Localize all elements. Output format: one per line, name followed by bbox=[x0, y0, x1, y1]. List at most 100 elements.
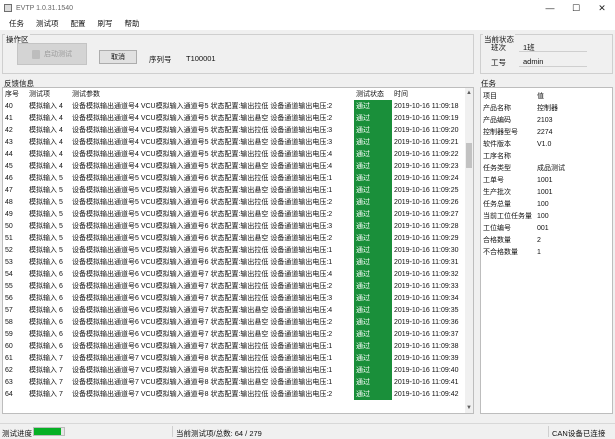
table-row[interactable]: 43 模拟输入 4 设备模拟输出通道号4 VCU模拟输入通道号5 状态配置:输出悬空… bbox=[3, 136, 463, 148]
column-header-test-status[interactable]: 测试状态 bbox=[354, 88, 392, 100]
cell-index: 61 bbox=[5, 354, 13, 362]
scroll-thumb[interactable] bbox=[466, 143, 472, 168]
table-row[interactable]: 63 模拟输入 7 设备模拟输出通道号7 VCU模拟输入通道号8 状态配置:输出悬空… bbox=[3, 376, 463, 388]
table-row[interactable]: 56 模拟输入 6 设备模拟输出通道号6 VCU模拟输入通道号7 状态配置:输出拉低… bbox=[3, 292, 463, 304]
cell-time: 2019-10-16 11:09:27 bbox=[394, 210, 459, 218]
table-row[interactable]: 53 模拟输入 6 设备模拟输出通道号6 VCU模拟输入通道号6 状态配置:输出拉低… bbox=[3, 256, 463, 268]
table-row[interactable]: 48 模拟输入 5 设备模拟输出通道号5 VCU模拟输入通道号6 状态配置:输出拉低… bbox=[3, 196, 463, 208]
start-test-button[interactable]: 启动测试 bbox=[17, 43, 87, 65]
table-row[interactable]: 42 模拟输入 4 设备模拟输出通道号4 VCU模拟输入通道号5 状态配置:输出拉低… bbox=[3, 124, 463, 136]
cell-test-status: 通过 bbox=[354, 112, 392, 124]
progress-bar bbox=[33, 427, 65, 436]
close-button[interactable]: ✕ bbox=[589, 0, 615, 16]
status-separator bbox=[172, 426, 173, 437]
menu-help[interactable]: 帮助 bbox=[119, 18, 146, 29]
cell-test-status: 通过 bbox=[354, 364, 392, 376]
cell-time: 2019-10-16 11:09:19 bbox=[394, 114, 459, 122]
cell-test-status: 通过 bbox=[354, 124, 392, 136]
cell-test-params: 设备模拟输出通道号7 VCU模拟输入通道号8 状态配置:输出拉低 设备通道输出电… bbox=[72, 367, 333, 374]
serial-label: 序列号 bbox=[149, 55, 172, 64]
task-item-value: V1.0 bbox=[537, 140, 552, 148]
list-item: 工位编号 001 bbox=[481, 222, 609, 234]
operation-area: 操作区 启动测试 取消 序列号 T100001 bbox=[2, 34, 474, 74]
table-row[interactable]: 59 模拟输入 6 设备模拟输出通道号6 VCU模拟输入通道号7 状态配置:输出悬空… bbox=[3, 328, 463, 340]
cell-test-status: 通过 bbox=[354, 304, 392, 316]
cell-test-params: 设备模拟输出通道号4 VCU模拟输入通道号5 状态配置:输出拉低 设备通道输出电… bbox=[72, 103, 333, 110]
table-row[interactable]: 51 模拟输入 5 设备模拟输出通道号5 VCU模拟输入通道号6 状态配置:输出悬空… bbox=[3, 232, 463, 244]
cell-time: 2019-10-16 11:09:37 bbox=[394, 330, 459, 338]
cell-test-item: 模拟输入 7 bbox=[29, 379, 63, 386]
cell-test-item: 模拟输入 6 bbox=[29, 295, 63, 302]
cell-index: 44 bbox=[5, 150, 13, 158]
task-item-value: 2274 bbox=[537, 128, 553, 136]
table-row[interactable]: 46 模拟输入 5 设备模拟输出通道号5 VCU模拟输入通道号6 状态配置:输出拉低… bbox=[3, 172, 463, 184]
cell-test-params: 设备模拟输出通道号5 VCU模拟输入通道号6 状态配置:输出悬空 设备通道输出电… bbox=[72, 235, 333, 242]
cell-index: 53 bbox=[5, 258, 13, 266]
menu-bar: 任务 测试项 配置 刷写 帮助 bbox=[0, 16, 615, 30]
cell-test-params: 设备模拟输出通道号6 VCU模拟输入通道号7 状态配置:输出拉低 设备通道输出电… bbox=[72, 283, 333, 290]
table-row[interactable]: 60 模拟输入 6 设备模拟输出通道号6 VCU模拟输入通道号7 状态配置:输出拉低… bbox=[3, 340, 463, 352]
cell-test-item: 模拟输入 5 bbox=[29, 223, 63, 230]
table-row[interactable]: 57 模拟输入 6 设备模拟输出通道号6 VCU模拟输入通道号7 状态配置:输出悬空… bbox=[3, 304, 463, 316]
feedback-scrollbar[interactable]: ▲ ▼ bbox=[465, 88, 473, 413]
table-row[interactable]: 62 模拟输入 7 设备模拟输出通道号7 VCU模拟输入通道号8 状态配置:输出拉低… bbox=[3, 364, 463, 376]
cell-test-status: 通过 bbox=[354, 220, 392, 232]
table-row[interactable]: 54 模拟输入 6 设备模拟输出通道号6 VCU模拟输入通道号7 状态配置:输出拉低… bbox=[3, 268, 463, 280]
cell-test-status: 通过 bbox=[354, 352, 392, 364]
cell-index: 51 bbox=[5, 234, 13, 242]
cell-index: 40 bbox=[5, 102, 13, 110]
shift-label: 班次 bbox=[491, 43, 506, 52]
table-row[interactable]: 41 模拟输入 4 设备模拟输出通道号4 VCU模拟输入通道号5 状态配置:输出悬空… bbox=[3, 112, 463, 124]
cell-time: 2019-10-16 11:09:34 bbox=[394, 294, 459, 302]
cell-test-status: 通过 bbox=[354, 136, 392, 148]
table-row[interactable]: 47 模拟输入 5 设备模拟输出通道号5 VCU模拟输入通道号6 状态配置:输出悬空… bbox=[3, 184, 463, 196]
cell-index: 62 bbox=[5, 366, 13, 374]
cell-test-params: 设备模拟输出通道号5 VCU模拟输入通道号6 状态配置:输出悬空 设备通道输出电… bbox=[72, 211, 333, 218]
task-item-name: 软件版本 bbox=[483, 141, 511, 148]
cell-test-item: 模拟输入 5 bbox=[29, 187, 63, 194]
task-item-name: 任务类型 bbox=[483, 165, 511, 172]
table-row[interactable]: 45 模拟输入 4 设备模拟输出通道号4 VCU模拟输入通道号5 状态配置:输出悬空… bbox=[3, 160, 463, 172]
column-header-test-item[interactable]: 测试项 bbox=[27, 88, 70, 100]
cell-test-params: 设备模拟输出通道号6 VCU模拟输入通道号7 状态配置:输出拉低 设备通道输出电… bbox=[72, 271, 333, 278]
task-item-value: 2103 bbox=[537, 116, 553, 124]
task-table: 项目 值 产品名称 控制器 产品编码 2103 控制器型号 2274 软件版本 V1.0 工序名… bbox=[481, 90, 609, 258]
list-item: 合格数量 2 bbox=[481, 234, 609, 246]
minimize-button[interactable]: — bbox=[537, 0, 563, 16]
cell-test-params: 设备模拟输出通道号6 VCU模拟输入通道号6 状态配置:输出拉低 设备通道输出电… bbox=[72, 259, 333, 266]
cell-index: 58 bbox=[5, 318, 13, 326]
table-row[interactable]: 40 模拟输入 4 设备模拟输出通道号4 VCU模拟输入通道号5 状态配置:输出拉低… bbox=[3, 100, 463, 112]
cell-time: 2019-10-16 11:09:18 bbox=[394, 102, 459, 110]
menu-flash[interactable]: 刷写 bbox=[92, 18, 119, 29]
cell-time: 2019-10-16 11:09:23 bbox=[394, 162, 459, 170]
task-item-name: 生产批次 bbox=[483, 189, 511, 196]
cell-time: 2019-10-16 11:09:36 bbox=[394, 318, 459, 326]
menu-config[interactable]: 配置 bbox=[65, 18, 92, 29]
list-item: 产品名称 控制器 bbox=[481, 102, 609, 114]
cell-index: 56 bbox=[5, 294, 13, 302]
cell-time: 2019-10-16 11:09:31 bbox=[394, 258, 459, 266]
table-row[interactable]: 52 模拟输入 5 设备模拟输出通道号5 VCU模拟输入通道号6 状态配置:输出拉低… bbox=[3, 244, 463, 256]
menu-task[interactable]: 任务 bbox=[3, 18, 30, 29]
cancel-button[interactable]: 取消 bbox=[99, 50, 137, 64]
maximize-button[interactable]: ☐ bbox=[563, 0, 589, 16]
table-row[interactable]: 49 模拟输入 5 设备模拟输出通道号5 VCU模拟输入通道号6 状态配置:输出悬空… bbox=[3, 208, 463, 220]
table-row[interactable]: 61 模拟输入 7 设备模拟输出通道号7 VCU模拟输入通道号8 状态配置:输出拉低… bbox=[3, 352, 463, 364]
cell-test-params: 设备模拟输出通道号4 VCU模拟输入通道号5 状态配置:输出拉低 设备通道输出电… bbox=[72, 127, 333, 134]
column-header-index[interactable]: 序号 bbox=[3, 88, 27, 100]
column-header-test-params[interactable]: 测试参数 bbox=[70, 88, 354, 100]
can-status-text: CAN设备已连接 bbox=[552, 429, 606, 438]
column-header-time[interactable]: 时间 bbox=[392, 88, 463, 100]
cell-index: 64 bbox=[5, 390, 13, 398]
cell-test-status: 通过 bbox=[354, 280, 392, 292]
table-row[interactable]: 64 模拟输入 7 设备模拟输出通道号7 VCU模拟输入通道号8 状态配置:输出拉低… bbox=[3, 388, 463, 400]
table-row[interactable]: 58 模拟输入 6 设备模拟输出通道号6 VCU模拟输入通道号7 状态配置:输出悬空… bbox=[3, 316, 463, 328]
cell-test-item: 模拟输入 6 bbox=[29, 319, 63, 326]
menu-test-item[interactable]: 测试项 bbox=[30, 18, 65, 29]
table-row[interactable]: 44 模拟输入 4 设备模拟输出通道号4 VCU模拟输入通道号5 状态配置:输出拉低… bbox=[3, 148, 463, 160]
scroll-down-icon[interactable]: ▼ bbox=[465, 403, 473, 413]
app-icon bbox=[4, 4, 12, 12]
table-row[interactable]: 50 模拟输入 5 设备模拟输出通道号5 VCU模拟输入通道号6 状态配置:输出拉低… bbox=[3, 220, 463, 232]
scroll-up-icon[interactable]: ▲ bbox=[465, 88, 473, 98]
table-row[interactable]: 55 模拟输入 6 设备模拟输出通道号6 VCU模拟输入通道号7 状态配置:输出拉低… bbox=[3, 280, 463, 292]
